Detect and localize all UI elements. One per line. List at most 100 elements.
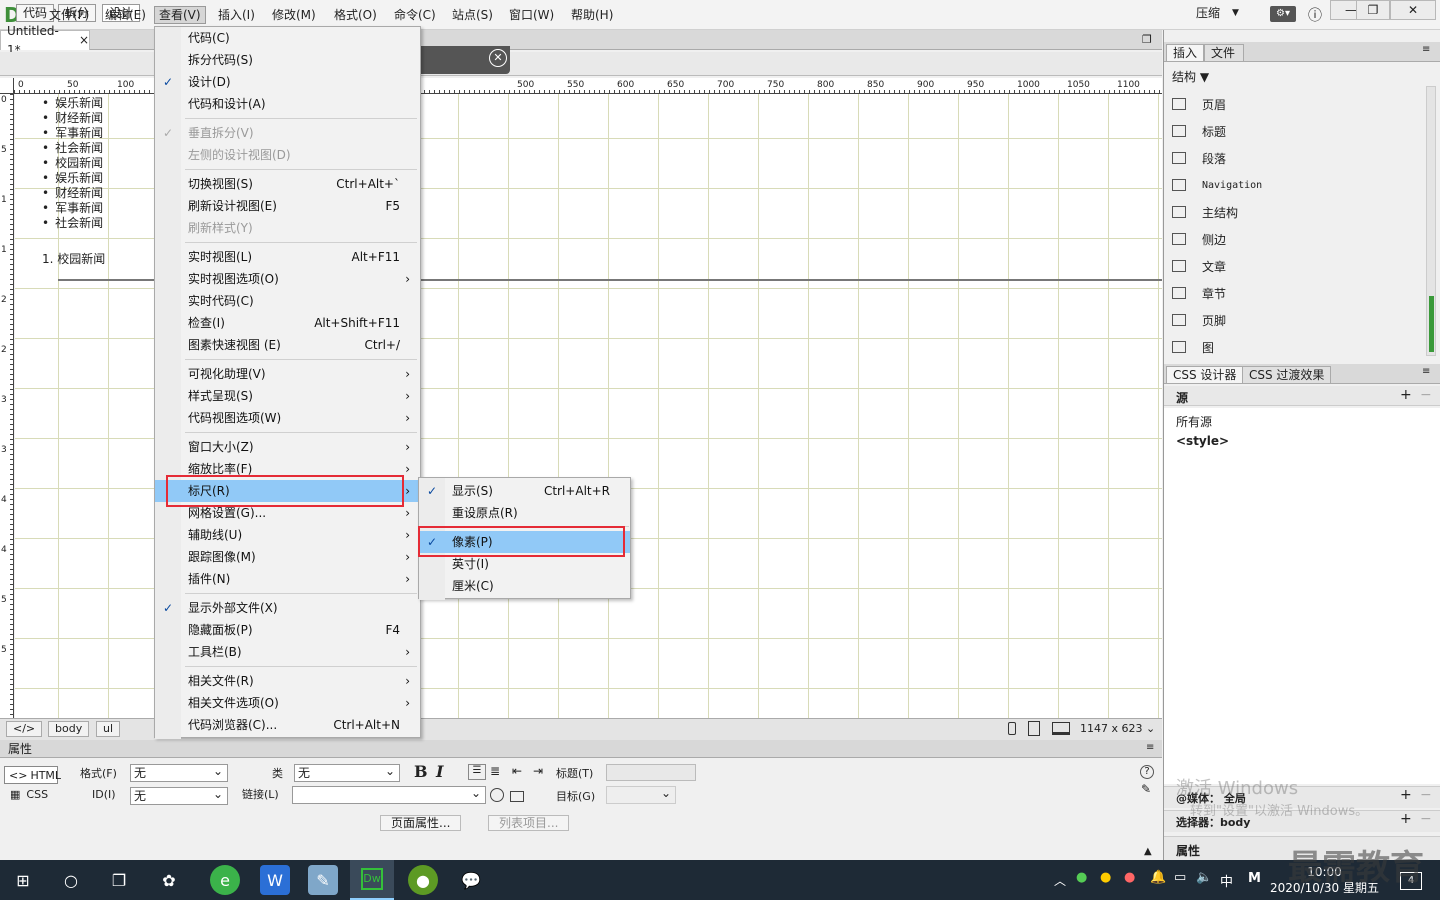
network-icon[interactable]: ▭: [1174, 870, 1186, 885]
document-tab[interactable]: Untitled-1* ×: [0, 24, 90, 57]
insert-category-select[interactable]: 结构 ▼: [1172, 68, 1209, 85]
menu-item[interactable]: 插件(N) ›: [155, 568, 420, 590]
tab-css-designer[interactable]: CSS 设计器: [1166, 366, 1244, 384]
ordered-list-icon[interactable]: ≣: [490, 764, 500, 778]
tablet-icon[interactable]: [1028, 721, 1040, 736]
maximize-button[interactable]: ❐: [1356, 0, 1390, 20]
tag-selector-ul[interactable]: ul: [96, 721, 121, 737]
close-icon[interactable]: ×: [79, 31, 89, 50]
insert-item[interactable]: 标题: [1172, 121, 1226, 141]
menu-item[interactable]: 工具栏(B) ›: [155, 641, 420, 663]
class-select[interactable]: 无: [294, 763, 400, 782]
unordered-list-icon[interactable]: ☰: [468, 764, 486, 780]
page-properties-button[interactable]: 页面属性...: [380, 815, 462, 831]
notification-icon[interactable]: 🔔: [1150, 870, 1166, 885]
tab-files[interactable]: 文件: [1204, 44, 1244, 62]
title-input[interactable]: [606, 764, 696, 781]
add-icon[interactable]: +: [1400, 787, 1412, 803]
link-input[interactable]: [292, 785, 486, 804]
panel-menu-icon[interactable]: ≡: [1422, 44, 1430, 55]
insert-item[interactable]: 页眉: [1172, 94, 1226, 114]
menu-item[interactable]: 代码(C): [155, 27, 420, 49]
menu-item[interactable]: 实时视图选项(O) ›: [155, 268, 420, 290]
search-icon[interactable]: ○: [56, 865, 86, 895]
css-mode-button[interactable]: ▦ CSS: [10, 788, 48, 801]
ruler-origin[interactable]: [0, 78, 14, 94]
menu-item[interactable]: 辅助线(U) ›: [155, 524, 420, 546]
app-icon[interactable]: ●: [408, 865, 438, 895]
ime-indicator[interactable]: 中: [1220, 871, 1233, 890]
format-select[interactable]: 无: [130, 763, 228, 782]
menu-item[interactable]: ✓ 垂直拆分(V): [155, 122, 420, 144]
tab-css-transitions[interactable]: CSS 过渡效果: [1242, 366, 1332, 384]
insert-item[interactable]: Navigation: [1172, 175, 1262, 195]
menu-item[interactable]: 左侧的设计视图(D): [155, 144, 420, 166]
remove-icon[interactable]: −: [1420, 387, 1432, 403]
menu-item[interactable]: 代码和设计(A): [155, 93, 420, 115]
bold-button[interactable]: B: [414, 762, 428, 781]
insert-item[interactable]: 图: [1172, 337, 1214, 357]
insert-item[interactable]: 文章: [1172, 256, 1226, 276]
app-icon[interactable]: ✿: [154, 865, 184, 895]
menu-item[interactable]: 厘米(C): [419, 575, 630, 597]
menu-item[interactable]: 刷新设计视图(E) F5: [155, 195, 420, 217]
menu-item[interactable]: 重设原点(R): [419, 502, 630, 524]
app-tray-icon[interactable]: ●: [1124, 870, 1135, 885]
style-source-item[interactable]: <style>: [1176, 434, 1229, 448]
wps-icon[interactable]: W: [260, 865, 290, 895]
add-icon[interactable]: +: [1400, 811, 1412, 827]
menu-4[interactable]: 修改(M): [268, 6, 320, 24]
menu-item[interactable]: 实时视图(L) Alt+F11: [155, 246, 420, 268]
menu-item[interactable]: 样式呈现(S) ›: [155, 385, 420, 407]
list-item-button[interactable]: 列表项目...: [488, 815, 570, 831]
restore-icon[interactable]: ❐: [1142, 33, 1152, 46]
menu-item[interactable]: 可视化助理(V) ›: [155, 363, 420, 385]
dreamweaver-taskbar-icon[interactable]: Dw: [350, 860, 394, 900]
chevron-up-icon[interactable]: ︿: [1054, 872, 1066, 889]
insert-item[interactable]: 侧边: [1172, 229, 1226, 249]
menu-item[interactable]: 代码浏览器(C)... Ctrl+Alt+N: [155, 714, 420, 736]
menu-item[interactable]: 代码视图选项(W) ›: [155, 407, 420, 429]
ime-mode-icon[interactable]: M: [1248, 871, 1261, 886]
remove-icon[interactable]: −: [1420, 811, 1432, 827]
menu-1[interactable]: 编辑(E): [101, 6, 150, 24]
menu-item[interactable]: 图素快速视图 (E) Ctrl+/: [155, 334, 420, 356]
id-select[interactable]: 无: [130, 786, 228, 805]
insert-item[interactable]: 主结构: [1172, 202, 1238, 222]
menu-8[interactable]: 窗口(W): [505, 6, 558, 24]
html-mode-button[interactable]: <> HTML: [4, 766, 61, 784]
menu-5[interactable]: 格式(O): [330, 6, 381, 24]
insert-item[interactable]: 页脚: [1172, 310, 1226, 330]
workspace-switcher[interactable]: 压缩 ▼: [1196, 4, 1239, 21]
menu-item[interactable]: 相关文件选项(O) ›: [155, 692, 420, 714]
outdent-icon[interactable]: ⇤: [512, 764, 522, 778]
scrollbar-thumb[interactable]: [1429, 296, 1434, 352]
close-icon[interactable]: ✕: [489, 49, 507, 67]
close-button[interactable]: ✕: [1390, 0, 1436, 20]
tag-selector-code[interactable]: </>: [6, 721, 43, 737]
menu-item[interactable]: 窗口大小(Z) ›: [155, 436, 420, 458]
target-select[interactable]: [606, 785, 676, 804]
gear-icon[interactable]: ⚙▾: [1270, 6, 1296, 22]
menu-item[interactable]: ✓ 显示(S) Ctrl+Alt+R: [419, 480, 630, 502]
info-icon[interactable]: ⓘ: [1308, 5, 1322, 25]
phone-icon[interactable]: [1008, 722, 1016, 735]
menu-6[interactable]: 命令(C): [390, 6, 440, 24]
menu-0[interactable]: 文件(F): [45, 6, 93, 24]
task-view-icon[interactable]: ❐: [104, 865, 134, 895]
menu-item[interactable]: 跟踪图像(M) ›: [155, 546, 420, 568]
volume-icon[interactable]: 🔈: [1196, 870, 1212, 885]
folder-icon[interactable]: [510, 791, 524, 802]
menu-item[interactable]: 检查(I) Alt+Shift+F11: [155, 312, 420, 334]
insert-item[interactable]: 章节: [1172, 283, 1226, 303]
qq-tray-icon[interactable]: ●: [1100, 870, 1111, 885]
tag-selector-body[interactable]: body: [48, 721, 90, 737]
help-icon[interactable]: ?: [1140, 765, 1154, 779]
menu-item[interactable]: 切换视图(S) Ctrl+Alt+`: [155, 173, 420, 195]
all-sources-item[interactable]: 所有源: [1176, 413, 1212, 430]
wechat-icon[interactable]: 💬: [456, 865, 486, 895]
menu-item[interactable]: ✓ 显示外部文件(X): [155, 597, 420, 619]
menu-item[interactable]: 刷新样式(Y): [155, 217, 420, 239]
window-size[interactable]: 1147 x 623 ⌄: [1080, 722, 1155, 735]
menu-item[interactable]: 拆分代码(S): [155, 49, 420, 71]
